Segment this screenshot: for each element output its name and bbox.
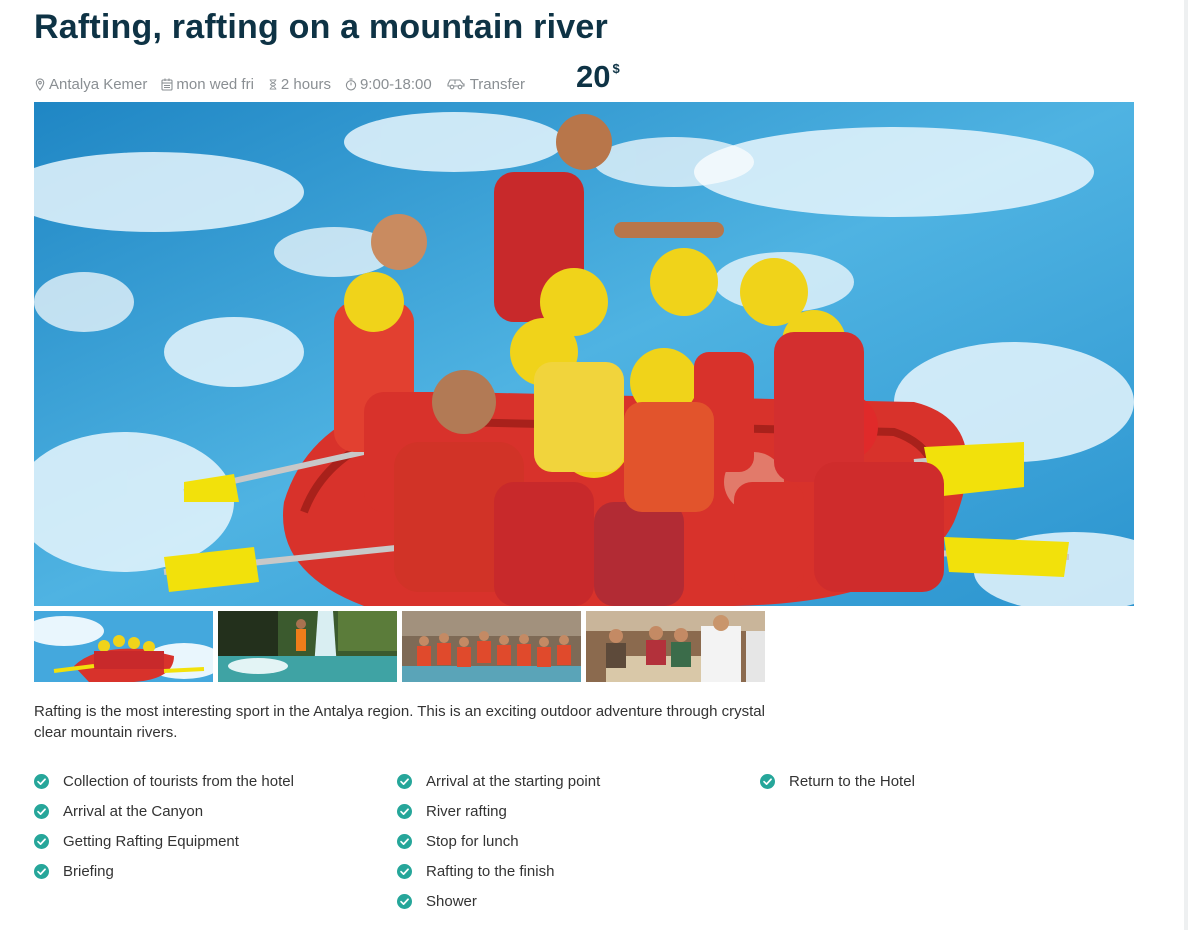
meta-duration: 2 hours <box>268 76 331 93</box>
program-item: Return to the Hotel <box>760 766 915 796</box>
meta-time: 9:00-18:00 <box>345 76 432 93</box>
check-circle-icon <box>397 833 412 849</box>
program-item: Collection of tourists from the hotel <box>34 766 294 796</box>
program-column-1: Collection of tourists from the hotel Arr… <box>34 766 294 886</box>
tour-description: Rafting is the most interesting sport in… <box>34 703 765 741</box>
check-circle-icon <box>397 863 412 879</box>
location-text: Antalya Kemer <box>49 75 148 93</box>
thumbnail-1[interactable] <box>34 611 213 682</box>
stopwatch-icon <box>345 77 357 90</box>
price-value: 20 <box>576 59 611 94</box>
tour-meta: Antalya Kemer mon wed fri 2 hours 9:00-1… <box>34 72 539 96</box>
meta-location: Antalya Kemer <box>34 76 147 93</box>
program-item: Stop for lunch <box>397 826 600 856</box>
car-icon <box>447 79 465 90</box>
page-title: Rafting, rafting on a mountain river <box>34 8 608 46</box>
hourglass-icon <box>269 78 277 90</box>
program-item: Briefing <box>34 856 294 886</box>
program-item-label: River rafting <box>426 802 507 820</box>
program-item: Arrival at the Canyon <box>34 796 294 826</box>
check-circle-icon <box>397 803 412 819</box>
program-item-label: Return to the Hotel <box>789 772 915 790</box>
program-item-label: Getting Rafting Equipment <box>63 832 239 850</box>
check-circle-icon <box>34 863 49 879</box>
price: 20 $ <box>576 58 620 96</box>
location-pin-icon <box>35 77 45 91</box>
program-column-3: Return to the Hotel <box>760 766 915 796</box>
duration-text: 2 hours <box>280 75 331 93</box>
program-item: River rafting <box>397 796 600 826</box>
program-item-label: Rafting to the finish <box>426 862 555 880</box>
check-circle-icon <box>34 773 49 789</box>
check-circle-icon <box>34 833 49 849</box>
program-item-label: Briefing <box>63 862 114 880</box>
scrollbar-track <box>1184 0 1188 930</box>
check-circle-icon <box>397 773 412 789</box>
price-currency: $ <box>612 61 620 76</box>
calendar-icon <box>161 78 173 91</box>
program-item: Getting Rafting Equipment <box>34 826 294 856</box>
check-circle-icon <box>397 893 412 909</box>
program-item: Rafting to the finish <box>397 856 600 886</box>
meta-days: mon wed fri <box>161 76 254 93</box>
main-photo[interactable] <box>34 102 1134 606</box>
check-circle-icon <box>760 773 775 789</box>
thumbnail-3[interactable] <box>402 611 581 682</box>
time-text: 9:00-18:00 <box>359 75 432 93</box>
transfer-text: Transfer <box>469 75 525 93</box>
program-item-label: Collection of tourists from the hotel <box>63 772 294 790</box>
check-circle-icon <box>34 803 49 819</box>
program-item-label: Arrival at the Canyon <box>63 802 204 820</box>
thumbnail-strip <box>34 611 770 682</box>
program-column-2: Arrival at the starting point River rafti… <box>397 766 600 916</box>
days-text: mon wed fri <box>176 75 254 93</box>
meta-transfer: Transfer <box>446 76 525 93</box>
thumbnail-2[interactable] <box>218 611 397 682</box>
thumbnail-4[interactable] <box>586 611 765 682</box>
program-item-label: Shower <box>426 892 477 910</box>
program-item: Arrival at the starting point <box>397 766 600 796</box>
program-item-label: Arrival at the starting point <box>426 772 601 790</box>
program-item-label: Stop for lunch <box>426 832 519 850</box>
program-item: Shower <box>397 886 600 916</box>
